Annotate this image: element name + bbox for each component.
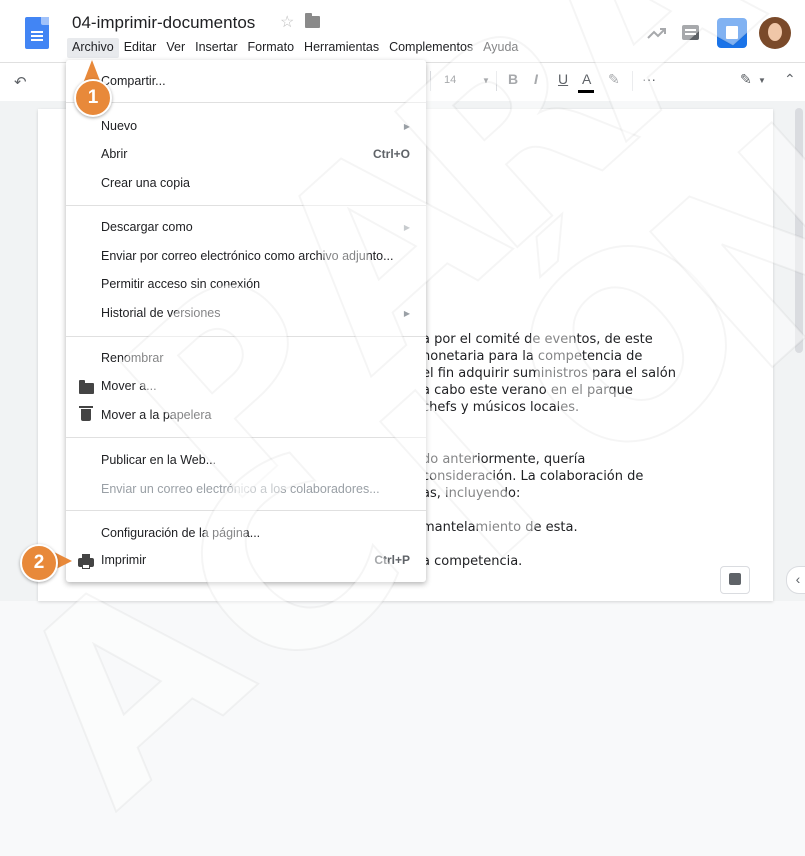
menu-divider <box>66 437 426 438</box>
menu-item-version-history[interactable]: Historial de versiones <box>101 306 221 320</box>
document-text-line[interactable]: nonetaria para la competencia de <box>422 349 642 364</box>
avatar[interactable] <box>759 17 791 49</box>
text-color-swatch <box>578 90 594 93</box>
menu-item-trash[interactable]: Mover a la papelera <box>101 408 211 422</box>
document-text-line[interactable]: a competencia. <box>422 554 522 569</box>
toolbar-divider <box>430 71 431 91</box>
menu-archivo[interactable]: Archivo <box>67 38 119 58</box>
shortcut-open: Ctrl+O <box>372 147 410 161</box>
text-color-button[interactable]: A <box>582 71 591 87</box>
scrollbar[interactable] <box>795 108 803 353</box>
menu-herramientas[interactable]: Herramientas <box>299 38 384 58</box>
document-title[interactable]: 04-imprimir-documentos <box>72 13 255 33</box>
shortcut-print: Ctrl+P <box>374 553 410 567</box>
toolbar-divider <box>632 71 633 91</box>
menu-item-share[interactable]: Compartir... <box>101 74 166 88</box>
bold-button[interactable]: B <box>508 71 518 87</box>
document-text-line[interactable]: a cabo este verano en el parque <box>422 383 633 398</box>
menu-formato[interactable]: Formato <box>243 38 300 58</box>
menu-ver[interactable]: Ver <box>161 38 190 58</box>
toolbar-divider <box>496 71 497 91</box>
comment-icon[interactable] <box>682 25 699 40</box>
menu-divider <box>66 102 426 103</box>
menu-item-new[interactable]: Nuevo <box>101 119 137 133</box>
document-text-line[interactable]: chefs y músicos locales. <box>422 400 579 415</box>
document-text-line[interactable]: do anteriormente, quería <box>422 452 585 467</box>
trend-icon[interactable] <box>647 26 667 40</box>
highlight-icon[interactable]: ✎ <box>608 71 620 88</box>
menu-item-publish[interactable]: Publicar en la Web... <box>101 453 216 467</box>
menu-divider <box>66 510 426 511</box>
editing-mode-icon[interactable]: ✎ <box>740 71 752 88</box>
docs-logo-icon[interactable] <box>25 17 49 49</box>
submenu-arrow-icon: ▶ <box>403 122 410 131</box>
callout-step-1: 1 <box>74 79 112 117</box>
menu-ayuda[interactable]: Ayuda <box>478 38 523 58</box>
menu-item-print[interactable]: Imprimir <box>101 553 146 567</box>
menu-item-move[interactable]: Mover a... <box>101 379 157 393</box>
callout-step-2: 2 <box>20 544 58 582</box>
menu-bar: Archivo Editar Ver Insertar Formato Herr… <box>67 38 523 58</box>
trash-icon <box>79 406 93 421</box>
menu-item-download[interactable]: Descargar como <box>101 220 193 234</box>
document-text-line[interactable]: mantelamiento de esta. <box>422 520 578 535</box>
menu-divider <box>66 336 426 337</box>
document-text-line[interactable]: a por el comité de eventos, de este <box>422 332 653 347</box>
editing-mode-caret-icon[interactable]: ▼ <box>758 76 766 85</box>
menu-editar[interactable]: Editar <box>119 38 162 58</box>
italic-button[interactable]: I <box>534 71 538 87</box>
menu-item-email-attachment[interactable]: Enviar por correo electrónico como archi… <box>101 249 394 263</box>
menu-item-offline[interactable]: Permitir acceso sin conexión <box>101 277 260 291</box>
side-panel-toggle-icon[interactable]: ‹ <box>786 566 805 594</box>
more-button[interactable]: ··· <box>642 71 656 87</box>
folder-icon[interactable] <box>305 13 320 28</box>
explore-button[interactable] <box>720 566 750 594</box>
submenu-arrow-icon: ▶ <box>403 223 410 232</box>
menu-complementos[interactable]: Complementos <box>384 38 478 58</box>
share-icon[interactable] <box>717 18 747 48</box>
menu-insertar[interactable]: Insertar <box>190 38 242 58</box>
print-icon <box>78 554 94 569</box>
undo-icon[interactable]: ↶ <box>14 73 27 91</box>
font-size-caret-icon[interactable]: ▼ <box>482 76 490 85</box>
menu-item-make-copy[interactable]: Crear una copia <box>101 176 190 190</box>
document-text-line[interactable]: consideración. La colaboración de <box>422 469 643 484</box>
document-text-line[interactable]: el fin adquirir suministros para el saló… <box>422 366 676 381</box>
file-menu: Compartir... Nuevo ▶ Abrir Ctrl+O Crear … <box>66 60 426 582</box>
submenu-arrow-icon: ▶ <box>403 309 410 318</box>
menu-item-email-collaborators: Enviar un correo electrónico a los colab… <box>101 482 380 496</box>
menu-item-open[interactable]: Abrir <box>101 147 127 161</box>
font-size-field[interactable]: 14 <box>444 74 456 86</box>
underline-button[interactable]: U <box>558 71 568 87</box>
star-icon[interactable]: ☆ <box>280 12 294 32</box>
menu-divider <box>66 205 426 206</box>
document-text-line[interactable]: as, incluyendo: <box>422 486 520 501</box>
collapse-icon[interactable]: ⌃ <box>784 71 796 88</box>
title-bar: 04-imprimir-documentos ☆ Archivo Editar … <box>0 0 805 62</box>
menu-item-page-setup[interactable]: Configuración de la página... <box>101 526 260 540</box>
menu-item-rename[interactable]: Renombrar <box>101 351 164 365</box>
folder-icon <box>79 380 94 394</box>
